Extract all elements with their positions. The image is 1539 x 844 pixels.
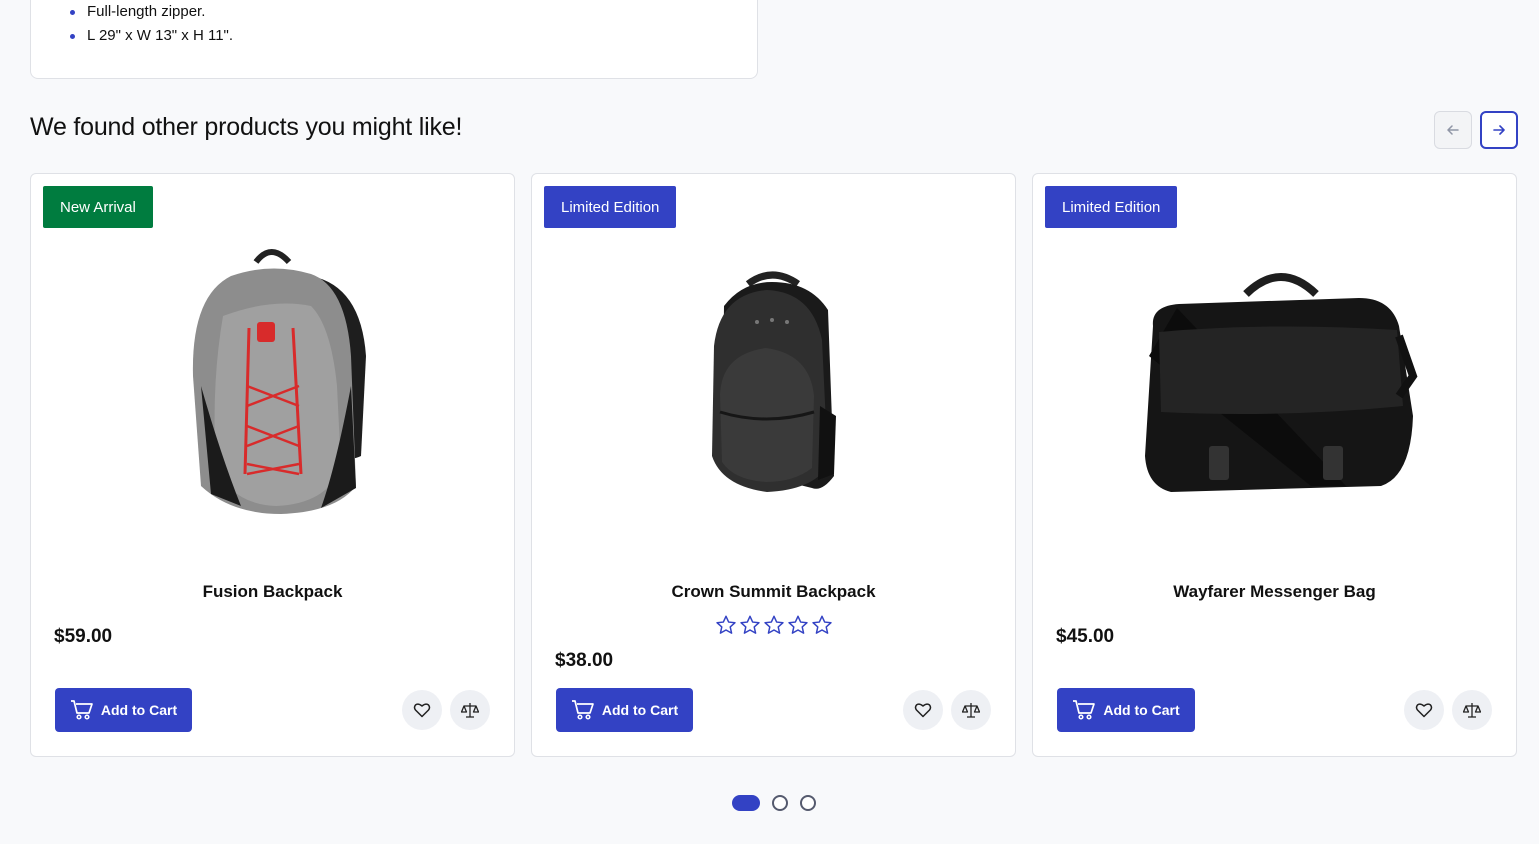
- arrow-right-icon: [1493, 125, 1505, 135]
- add-to-cart-label: Add to Cart: [601, 702, 679, 718]
- product-price: $45.00: [1056, 626, 1115, 647]
- cart-icon: [1073, 700, 1096, 720]
- add-to-cart-label: Add to Cart: [100, 702, 178, 718]
- product-badge: Limited Edition: [1045, 186, 1178, 228]
- compare-button[interactable]: [1452, 690, 1492, 730]
- compare-button[interactable]: [951, 690, 991, 730]
- carousel-prev-button[interactable]: [1434, 111, 1472, 149]
- star-icon: [715, 615, 736, 634]
- carousel-pagination: [732, 795, 816, 811]
- details-list: Full-length zipper. L 29" x W 13" x H 11…: [69, 0, 233, 48]
- cart-icon: [571, 700, 594, 720]
- heart-icon: [914, 703, 932, 718]
- scale-icon: [1463, 703, 1481, 718]
- add-to-cart-label: Add to Cart: [1103, 702, 1180, 718]
- product-badge: New Arrival: [43, 186, 153, 228]
- star-icon: [787, 615, 808, 634]
- pagination-dot-3[interactable]: [800, 795, 816, 811]
- pagination-dot-1[interactable]: [732, 795, 760, 811]
- product-price: $59.00: [54, 626, 113, 647]
- product-card[interactable]: New Arrival Fusion Backpack $59.00 Add t…: [30, 173, 515, 757]
- product-card[interactable]: Limited Edition Wayfarer Messenger Bag $…: [1032, 173, 1517, 757]
- details-list-item: Full-length zipper.: [69, 0, 233, 24]
- compare-button[interactable]: [450, 690, 490, 730]
- wishlist-button[interactable]: [402, 690, 442, 730]
- product-image[interactable]: [161, 236, 385, 526]
- pagination-dot-2[interactable]: [772, 795, 788, 811]
- star-icon: [811, 615, 832, 634]
- recommendations-title: We found other products you might like!: [30, 113, 463, 141]
- arrow-left-icon: [1447, 125, 1459, 135]
- star-icon: [763, 615, 784, 634]
- product-details-card: Full-length zipper. L 29" x W 13" x H 11…: [30, 0, 758, 79]
- product-image[interactable]: [1131, 236, 1421, 526]
- scale-icon: [461, 703, 479, 718]
- heart-icon: [1415, 703, 1433, 718]
- product-rating: [532, 614, 1015, 636]
- product-image[interactable]: [662, 236, 886, 526]
- cart-icon: [70, 700, 93, 720]
- details-list-item: L 29" x W 13" x H 11".: [69, 24, 233, 48]
- product-card[interactable]: Limited Edition Crown Summit Backpack $3…: [531, 173, 1016, 757]
- scale-icon: [962, 703, 980, 718]
- product-name[interactable]: Fusion Backpack: [31, 582, 514, 602]
- product-name[interactable]: Crown Summit Backpack: [532, 582, 1015, 602]
- product-badge: Limited Edition: [544, 186, 677, 228]
- wishlist-button[interactable]: [1404, 690, 1444, 730]
- add-to-cart-button[interactable]: Add to Cart: [1057, 688, 1195, 732]
- product-name[interactable]: Wayfarer Messenger Bag: [1033, 582, 1516, 602]
- heart-icon: [413, 703, 431, 718]
- star-icon: [739, 615, 760, 634]
- add-to-cart-button[interactable]: Add to Cart: [55, 688, 192, 732]
- wishlist-button[interactable]: [903, 690, 943, 730]
- add-to-cart-button[interactable]: Add to Cart: [556, 688, 693, 732]
- carousel-next-button[interactable]: [1480, 111, 1518, 149]
- product-price: $38.00: [555, 650, 614, 671]
